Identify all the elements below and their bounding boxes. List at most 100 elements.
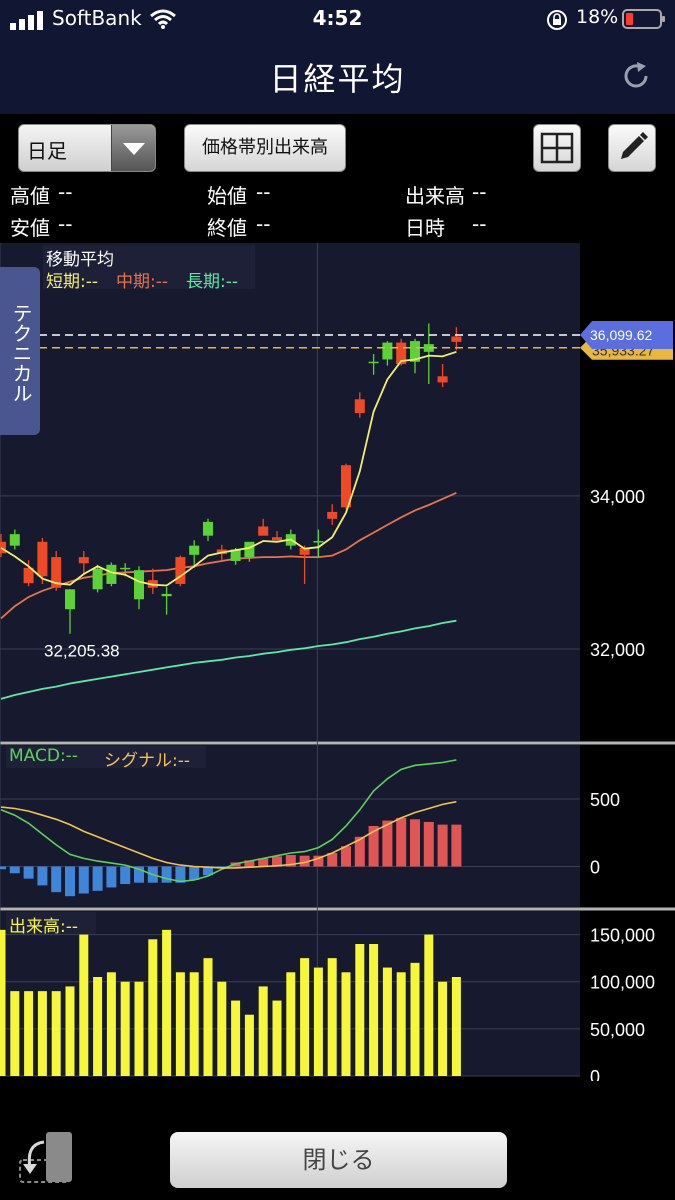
- macd-histogram-bar: [396, 817, 407, 867]
- volume-bar: [134, 981, 144, 1076]
- candle-body: [258, 526, 269, 536]
- macd-legend: MACD:-- シグナル:--: [6, 746, 206, 771]
- open-label: 始値: [207, 184, 247, 208]
- macd-histogram-bar: [92, 866, 103, 891]
- candle-body: [354, 399, 365, 414]
- volume-bar: [120, 981, 130, 1076]
- volume-bar: [24, 991, 34, 1076]
- volume-bar: [65, 986, 75, 1076]
- moving-average-legend: 移動平均 短期:-- 中期:-- 長期:--: [43, 245, 255, 292]
- price-tick-label: 32,000: [590, 640, 645, 660]
- volume-bar: [189, 972, 199, 1076]
- macd-label: MACD:--: [9, 746, 78, 766]
- candle-body: [244, 541, 255, 558]
- page-title: 日経平均: [269, 60, 406, 98]
- candle-body: [92, 568, 103, 590]
- macd-histogram-bar: [410, 819, 420, 867]
- ma-long-label: 長期:--: [186, 272, 238, 292]
- macd-tick-label: 0: [590, 858, 600, 878]
- volume-bar: [327, 958, 337, 1076]
- rotate-screen-button[interactable]: [18, 1130, 76, 1186]
- volume-bar: [10, 991, 20, 1076]
- volume-bar: [148, 939, 158, 1076]
- candle-body: [327, 511, 338, 519]
- candle-body: [0, 541, 6, 554]
- battery-percent: 18%: [576, 6, 619, 28]
- volume-tick-label: 0: [590, 1067, 600, 1081]
- macd-histogram-bar: [437, 824, 448, 867]
- battery-icon: [622, 9, 665, 29]
- volume-tick-label: 100,000: [590, 973, 655, 993]
- macd-histogram-bar: [65, 866, 75, 897]
- macd-histogram-bar: [382, 820, 393, 867]
- volume-bar: [300, 958, 310, 1076]
- candle-body: [37, 541, 48, 577]
- macd-histogram-bar: [0, 866, 6, 870]
- volume-bar: [79, 934, 89, 1076]
- volume-bar: [37, 991, 47, 1076]
- rotate-icon: [19, 1132, 72, 1183]
- candle-body: [9, 534, 20, 546]
- current-price-marker-label: 36,099.62: [590, 327, 652, 343]
- macd-histogram-bar: [78, 866, 89, 894]
- volume-bar: [438, 981, 448, 1076]
- candle-body: [175, 557, 186, 584]
- volume-bar: [424, 934, 434, 1076]
- volume-bar: [106, 972, 116, 1076]
- period-select[interactable]: 日足: [18, 124, 156, 172]
- technical-tab[interactable]: テクニカル: [0, 267, 40, 435]
- layout-grid-button[interactable]: [533, 124, 581, 172]
- candle-body: [120, 567, 131, 570]
- price-panel-bg: [0, 243, 580, 741]
- macd-histogram-bar: [341, 846, 351, 867]
- volume-bar: [272, 1000, 282, 1076]
- rotation-lock-icon: [547, 10, 567, 30]
- volume-bar: [175, 972, 185, 1076]
- low-value: --: [58, 212, 73, 236]
- volume-bar: [355, 944, 365, 1076]
- refresh-icon[interactable]: [620, 60, 652, 92]
- candle-body: [161, 593, 172, 597]
- volume-profile-button[interactable]: 価格帯別出来高: [184, 124, 346, 172]
- macd-histogram-bar: [23, 866, 34, 879]
- volume-bar: [341, 972, 351, 1076]
- technical-tab-label: テクニカル: [9, 303, 33, 403]
- chart-canvas[interactable]: 32,00034,0002/0101/0435,933.2736,099.623…: [0, 243, 675, 1081]
- bottom-bar: 閉じる: [0, 1108, 675, 1200]
- macd-histogram-bar: [106, 866, 117, 888]
- draw-button[interactable]: [608, 124, 656, 172]
- volume-bar: [217, 981, 227, 1076]
- close-value: --: [256, 212, 271, 236]
- chevron-down-icon[interactable]: [111, 125, 155, 171]
- volume-bar: [231, 1000, 241, 1076]
- volume-bar: [244, 1014, 254, 1076]
- ma-mid-label: 中期:--: [116, 272, 168, 292]
- candle-body: [451, 336, 462, 342]
- macd-histogram-bar: [120, 866, 131, 885]
- close-button[interactable]: 閉じる: [170, 1132, 507, 1188]
- candle-body: [106, 564, 117, 584]
- high-label: 高値: [10, 184, 50, 208]
- volume-bar: [382, 967, 392, 1076]
- candle-body: [368, 361, 379, 364]
- clock-time: 4:52: [312, 6, 363, 30]
- status-bar: SoftBank 4:52 18%: [0, 0, 675, 38]
- volume-bar: [203, 958, 213, 1076]
- grid-icon: [540, 132, 574, 164]
- candle-body: [189, 545, 200, 555]
- period-select-value: 日足: [27, 139, 67, 163]
- close-label: 終値: [207, 216, 247, 240]
- macd-histogram-bar: [189, 866, 200, 880]
- macd-histogram-bar: [423, 821, 434, 867]
- low-label: 安値: [10, 216, 50, 240]
- volume-tick-label: 50,000: [590, 1020, 645, 1040]
- macd-histogram-bar: [9, 866, 20, 874]
- candle-body: [78, 557, 89, 564]
- candle-body: [65, 589, 75, 610]
- candle-body: [203, 521, 213, 536]
- volume-bar: [93, 977, 103, 1076]
- candle-body: [382, 342, 393, 360]
- volume-tick-label: 150,000: [590, 926, 655, 946]
- chart-area[interactable]: 32,00034,0002/0101/0435,933.2736,099.623…: [0, 243, 675, 1081]
- datetime-value: --: [472, 212, 487, 236]
